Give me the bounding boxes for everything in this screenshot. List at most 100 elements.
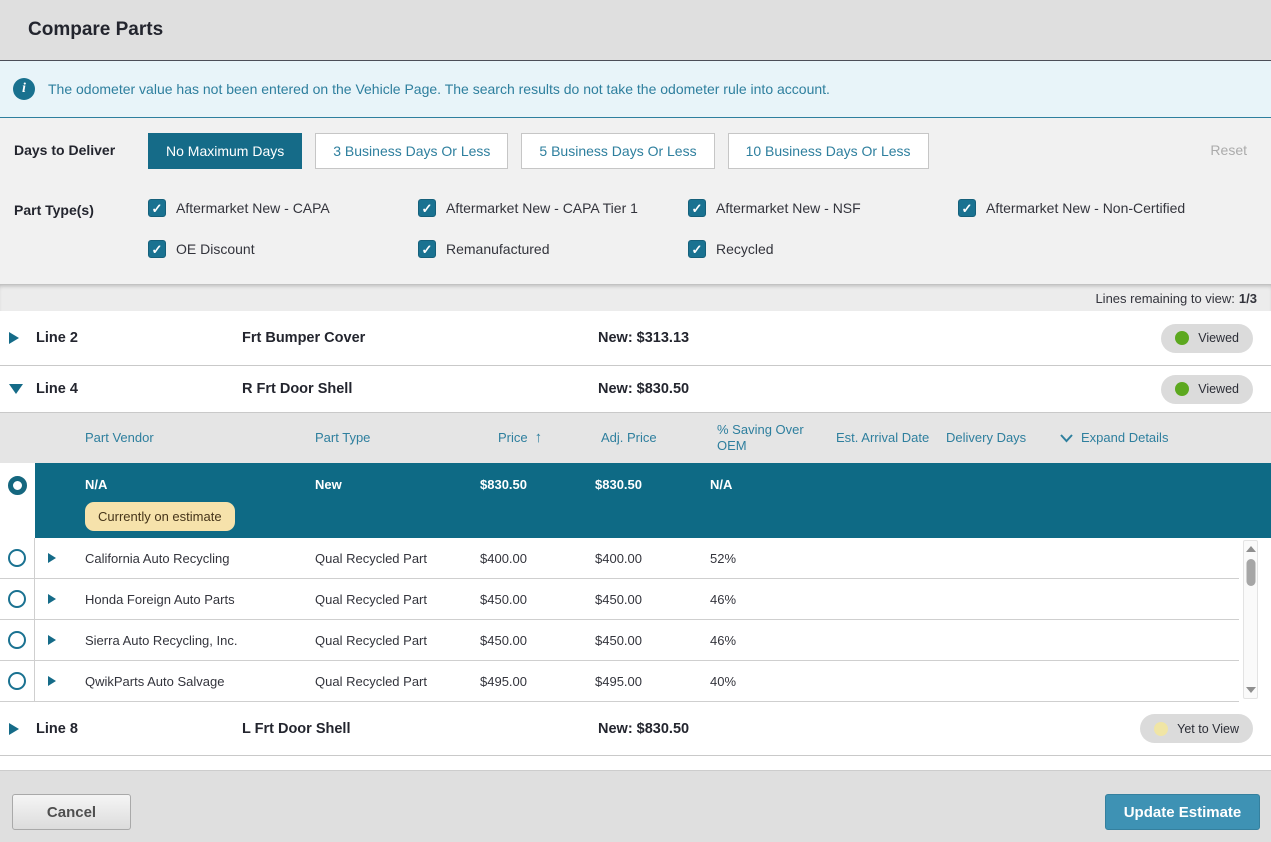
price-cell: $400.00: [470, 551, 585, 566]
expand-row-icon[interactable]: [35, 553, 75, 563]
checkbox-checked-icon: ✓: [418, 199, 436, 217]
vendor-row[interactable]: Sierra Auto Recycling, Inc. Qual Recycle…: [0, 620, 1239, 661]
part-type-checkbox-capa-tier1[interactable]: ✓ Aftermarket New - CAPA Tier 1: [418, 199, 688, 217]
line-row-2: Line 2 Frt Bumper Cover New: $313.13 Vie…: [0, 311, 1271, 366]
line-number: Line 8: [36, 721, 242, 737]
part-type-checkbox-non-certified[interactable]: ✓ Aftermarket New - Non-Certified: [958, 199, 1228, 217]
days-to-deliver-label: Days to Deliver: [14, 133, 148, 158]
part-radio-selected[interactable]: [8, 476, 27, 495]
part-type-cell: New: [305, 463, 470, 538]
expand-line-icon[interactable]: [0, 332, 36, 344]
price-cell: $450.00: [470, 592, 585, 607]
part-type-cell: Qual Recycled Part: [305, 551, 470, 566]
adj-price-cell: $400.00: [585, 551, 700, 566]
part-type-checkbox-recycled[interactable]: ✓ Recycled: [688, 240, 958, 258]
comparison-table-header: Part Vendor Part Type Price ↑ Adj. Price…: [0, 413, 1271, 463]
scroll-down-icon[interactable]: [1246, 687, 1256, 693]
line-part-name: R Frt Door Shell: [242, 381, 598, 397]
odometer-info-banner: i The odometer value has not been entere…: [0, 61, 1271, 118]
adj-price-cell: $450.00: [585, 592, 700, 607]
part-type-checkbox-oe-discount[interactable]: ✓ OE Discount: [148, 240, 418, 258]
days-tab-no-maximum[interactable]: No Maximum Days: [148, 133, 302, 169]
part-types-label: Part Type(s): [14, 193, 148, 218]
expand-details-control[interactable]: Expand Details: [1050, 430, 1271, 446]
update-estimate-button[interactable]: Update Estimate: [1105, 794, 1260, 830]
cancel-button[interactable]: Cancel: [12, 794, 131, 830]
dialog-footer: Cancel Update Estimate: [0, 770, 1271, 842]
part-radio[interactable]: [8, 590, 26, 608]
part-type-checkbox-nsf[interactable]: ✓ Aftermarket New - NSF: [688, 199, 958, 217]
status-badge: Yet to View: [1140, 714, 1253, 743]
dialog-header: Compare Parts: [0, 0, 1271, 61]
part-radio[interactable]: [8, 631, 26, 649]
price-cell: $450.00: [470, 633, 585, 648]
adj-price-cell: $495.00: [585, 674, 700, 689]
line-number: Line 2: [36, 330, 242, 346]
banner-message: The odometer value has not been entered …: [48, 81, 830, 97]
adj-price-cell: $450.00: [585, 633, 700, 648]
column-adj-price[interactable]: Adj. Price: [585, 430, 700, 446]
part-type-cell: Qual Recycled Part: [305, 592, 470, 607]
column-price[interactable]: Price ↑: [470, 429, 585, 448]
column-delivery-days[interactable]: Delivery Days: [936, 430, 1050, 446]
scroll-up-icon[interactable]: [1246, 546, 1256, 552]
vertical-scrollbar[interactable]: [1243, 540, 1258, 699]
expand-row-icon[interactable]: [35, 594, 75, 604]
saving-cell: 40%: [700, 674, 826, 689]
part-vendor-cell: Honda Foreign Auto Parts: [75, 592, 305, 607]
part-type-checkbox-remanufactured[interactable]: ✓ Remanufactured: [418, 240, 688, 258]
part-radio[interactable]: [8, 549, 26, 567]
days-tab-3-business[interactable]: 3 Business Days Or Less: [315, 133, 508, 169]
checkbox-checked-icon: ✓: [688, 199, 706, 217]
expand-line-icon[interactable]: [0, 723, 36, 735]
compare-parts-dialog: Compare Parts i The odometer value has n…: [0, 0, 1271, 842]
line-price: New: $313.13: [598, 330, 689, 346]
lines-remaining-bar: Lines remaining to view: 1/3: [0, 284, 1271, 311]
column-part-type[interactable]: Part Type: [305, 430, 470, 446]
info-icon: i: [13, 78, 35, 100]
expand-row-icon[interactable]: [35, 635, 75, 645]
part-vendor-cell: California Auto Recycling: [75, 551, 305, 566]
lines-remaining-value: 1/3: [1239, 291, 1257, 306]
selected-part-row-body[interactable]: N/A Currently on estimate New $830.50 $8…: [35, 463, 1271, 538]
line-part-name: L Frt Door Shell: [242, 721, 598, 737]
column-est-arrival-date[interactable]: Est. Arrival Date: [826, 430, 936, 446]
column-saving-over-oem[interactable]: % Saving Over OEM: [700, 422, 826, 455]
page-title: Compare Parts: [28, 19, 163, 41]
part-radio[interactable]: [8, 672, 26, 690]
checkbox-checked-icon: ✓: [958, 199, 976, 217]
viewed-dot-icon: [1175, 382, 1189, 396]
currently-on-estimate-badge: Currently on estimate: [85, 502, 235, 531]
line-row-4: Line 4 R Frt Door Shell New: $830.50 Vie…: [0, 366, 1271, 413]
vendor-rows-region: California Auto Recycling Qual Recycled …: [0, 538, 1271, 702]
yet-to-view-dot-icon: [1154, 722, 1168, 736]
price-cell: $830.50: [470, 463, 585, 538]
status-badge: Viewed: [1161, 324, 1253, 353]
part-type-checkbox-capa[interactable]: ✓ Aftermarket New - CAPA: [148, 199, 418, 217]
days-tab-10-business[interactable]: 10 Business Days Or Less: [728, 133, 929, 169]
selected-part-row: N/A Currently on estimate New $830.50 $8…: [0, 463, 1271, 538]
checkbox-checked-icon: ✓: [148, 199, 166, 217]
line-price: New: $830.50: [598, 381, 689, 397]
filters-section: Days to Deliver No Maximum Days 3 Busine…: [0, 118, 1271, 284]
collapse-line-icon[interactable]: [0, 384, 36, 394]
saving-cell: 46%: [700, 633, 826, 648]
days-to-deliver-tabs: No Maximum Days 3 Business Days Or Less …: [148, 133, 942, 169]
days-tab-5-business[interactable]: 5 Business Days Or Less: [521, 133, 714, 169]
viewed-dot-icon: [1175, 331, 1189, 345]
vendor-row[interactable]: QwikParts Auto Salvage Qual Recycled Par…: [0, 661, 1239, 702]
saving-cell: N/A: [700, 463, 826, 538]
column-part-vendor[interactable]: Part Vendor: [75, 430, 305, 446]
checkbox-checked-icon: ✓: [148, 240, 166, 258]
reset-button[interactable]: Reset: [1210, 133, 1257, 158]
adj-price-cell: $830.50: [585, 463, 700, 538]
scrollbar-thumb[interactable]: [1246, 559, 1255, 586]
vendor-row[interactable]: Honda Foreign Auto Parts Qual Recycled P…: [0, 579, 1239, 620]
sort-ascending-icon: ↑: [535, 429, 543, 448]
checkbox-checked-icon: ✓: [688, 240, 706, 258]
expand-row-icon[interactable]: [35, 676, 75, 686]
part-types-grid: ✓ Aftermarket New - CAPA ✓ Aftermarket N…: [148, 193, 1228, 258]
vendor-row[interactable]: California Auto Recycling Qual Recycled …: [0, 538, 1239, 579]
saving-cell: 52%: [700, 551, 826, 566]
saving-cell: 46%: [700, 592, 826, 607]
